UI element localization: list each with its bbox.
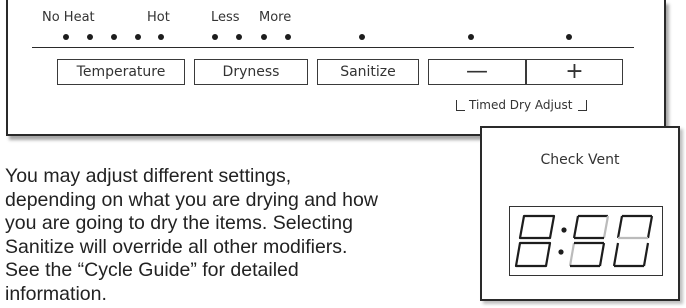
temperature-button[interactable]: Temperature bbox=[57, 59, 185, 85]
bracket-right-icon bbox=[578, 99, 588, 111]
plus-indicator bbox=[566, 34, 572, 40]
bracket-left-icon bbox=[456, 99, 465, 111]
digit-2 bbox=[568, 214, 610, 268]
description-line: See the “Cycle Guide” for detailed bbox=[5, 259, 299, 281]
check-vent-label: Check Vent bbox=[540, 152, 620, 168]
timed-dry-adjust-label: Timed Dry Adjust bbox=[456, 94, 628, 116]
description-line: you are going to dry the items. Selectin… bbox=[5, 212, 353, 234]
temperature-indicator-2 bbox=[87, 34, 93, 40]
dryer-control-panel: No Heat Hot Less More Temperature Drynes… bbox=[6, 0, 666, 136]
temperature-indicator-3 bbox=[111, 34, 117, 40]
minus-icon: — bbox=[466, 59, 488, 84]
description-line: Sanitize will override all other modifie… bbox=[5, 235, 348, 258]
label-no-heat: No Heat bbox=[42, 10, 95, 25]
description-line: You may adjust different settings, bbox=[5, 165, 292, 187]
description-line: information. bbox=[5, 282, 107, 305]
timed-dry-adjust-text: Timed Dry Adjust bbox=[469, 98, 573, 112]
dryness-indicator-2 bbox=[236, 34, 242, 40]
time-display bbox=[509, 206, 663, 276]
sanitize-button[interactable]: Sanitize bbox=[317, 59, 419, 85]
temperature-indicator-5 bbox=[158, 34, 164, 40]
timed-dry-minus-button[interactable]: — bbox=[428, 59, 526, 85]
dryness-indicator-3 bbox=[261, 34, 267, 40]
minus-indicator bbox=[468, 34, 474, 40]
check-vent-display-callout: Check Vent bbox=[480, 126, 680, 301]
dryness-button[interactable]: Dryness bbox=[194, 59, 308, 85]
digit-3 bbox=[612, 214, 654, 268]
panel-divider bbox=[32, 47, 634, 48]
dryness-indicator-1 bbox=[212, 34, 218, 40]
temperature-indicator-1 bbox=[63, 34, 69, 40]
sanitize-indicator bbox=[359, 34, 365, 40]
colon bbox=[558, 227, 567, 255]
label-less: Less bbox=[211, 10, 240, 25]
description-line: depending on what you are drying and how bbox=[5, 188, 378, 211]
seven-segment-readout bbox=[514, 214, 654, 268]
label-more: More bbox=[259, 10, 292, 25]
plus-icon: + bbox=[565, 59, 584, 84]
dryness-indicator-4 bbox=[285, 34, 291, 40]
settings-description: You may adjust different settings, depen… bbox=[5, 165, 475, 306]
timed-dry-plus-button[interactable]: + bbox=[526, 59, 623, 85]
temperature-indicator-4 bbox=[135, 34, 141, 40]
label-hot: Hot bbox=[147, 10, 170, 25]
digit-1 bbox=[514, 214, 556, 268]
